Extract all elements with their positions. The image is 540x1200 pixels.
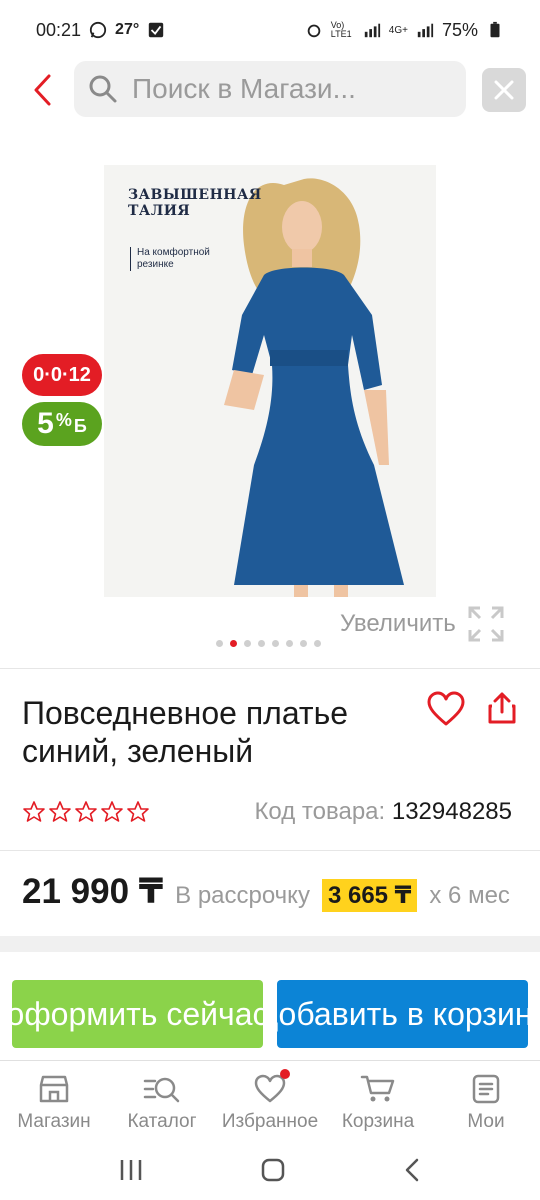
catalog-search-icon xyxy=(143,1077,180,1103)
rating-stars[interactable] xyxy=(22,800,150,824)
chevron-left-icon xyxy=(34,74,51,106)
status-battery: 75% xyxy=(441,19,478,40)
checkout-now-button[interactable]: оформить сейчас xyxy=(12,980,263,1048)
status-bar: 00:21 27° Vo) LTE1 4G+ 75% xyxy=(0,0,540,60)
close-icon xyxy=(494,80,514,100)
check-icon xyxy=(149,22,164,38)
gallery-dot-active[interactable] xyxy=(230,640,237,647)
bonus-badge: 5 % Б xyxy=(22,402,102,446)
product-code-label: Код товара: xyxy=(254,798,386,825)
installment-term: х 6 мес xyxy=(429,882,510,909)
image-headline: ЗАВЫШЕННАЯ ТАЛИЯ xyxy=(128,187,262,219)
gallery-dot[interactable] xyxy=(216,640,223,647)
star-outline-icon xyxy=(75,801,97,822)
gallery-dot[interactable] xyxy=(272,640,279,647)
installment-label: В рассрочку xyxy=(175,882,310,909)
star-outline-icon xyxy=(23,801,45,822)
product-image[interactable]: ЗАВЫШЕННАЯ ТАЛИЯ На комфортной резинке xyxy=(104,165,436,597)
search-input[interactable]: Поиск в Магази... xyxy=(74,61,466,117)
divider xyxy=(0,850,540,851)
back-nav-icon[interactable] xyxy=(402,1157,422,1183)
star-outline-icon xyxy=(49,801,71,822)
nav-item-favorites[interactable]: Избранное xyxy=(216,1061,324,1140)
price: 21 990 ₸ xyxy=(22,872,164,911)
store-icon xyxy=(39,1075,69,1103)
top-bar: Поиск в Магази... xyxy=(0,60,540,120)
cart-icon xyxy=(360,1075,395,1102)
back-button[interactable] xyxy=(22,70,62,110)
installment-value[interactable]: 3 665 ₸ xyxy=(321,879,418,912)
nav-item-store[interactable]: Магазин xyxy=(0,1061,108,1140)
bottom-nav: Магазин Каталог Избранное Корзина Мои xyxy=(0,1060,540,1140)
star-outline-icon xyxy=(127,801,149,822)
search-placeholder: Поиск в Магази... xyxy=(132,73,356,104)
gallery-dot[interactable] xyxy=(314,640,321,647)
expand-icon xyxy=(468,606,504,642)
star-outline-icon xyxy=(101,801,123,822)
product-code-value: 132948285 xyxy=(391,798,512,825)
status-volte: Vo) LTE1 xyxy=(330,20,352,39)
bonus-percent: 5 xyxy=(37,407,54,440)
status-time: 00:21 xyxy=(36,19,82,40)
gallery-dot[interactable] xyxy=(286,640,293,647)
search-icon xyxy=(89,75,117,103)
signal-icon-2 xyxy=(417,23,434,38)
signal-icon xyxy=(364,23,380,38)
nav-item-orders[interactable]: Мои xyxy=(432,1061,540,1140)
favorite-button[interactable] xyxy=(426,690,466,730)
bonus-percent-sign: % xyxy=(55,409,72,430)
alarm-icon xyxy=(307,24,321,38)
status-network: 4G+ xyxy=(388,24,408,36)
product-title: Повседневное платье синий, зеленый xyxy=(22,695,349,769)
divider xyxy=(0,668,540,669)
clear-search-button[interactable] xyxy=(482,68,526,112)
nav-label: Магазин xyxy=(17,1111,91,1132)
system-nav xyxy=(0,1140,540,1200)
nav-item-catalog[interactable]: Каталог xyxy=(108,1061,216,1140)
share-button[interactable] xyxy=(484,690,520,726)
zoom-label: Увеличить xyxy=(340,610,456,637)
nav-label: Мои xyxy=(467,1111,505,1132)
nav-label: Избранное xyxy=(221,1111,319,1132)
status-temperature: 27° xyxy=(115,21,140,38)
image-note: На комфортной резинке xyxy=(130,247,240,271)
section-separator xyxy=(0,936,540,952)
installment-badge: 0·0·12 xyxy=(22,354,102,396)
add-to-cart-button[interactable]: Добавить в корзину xyxy=(277,980,528,1048)
zoom-button[interactable]: Увеличить xyxy=(340,604,506,644)
battery-icon xyxy=(490,21,500,38)
share-icon xyxy=(488,692,516,724)
home-icon[interactable] xyxy=(260,1157,286,1183)
gallery-dot[interactable] xyxy=(244,640,251,647)
orders-icon xyxy=(472,1074,500,1104)
nav-item-cart[interactable]: Корзина xyxy=(324,1061,432,1140)
dress-illustration xyxy=(104,165,436,597)
gallery-dots xyxy=(216,640,321,647)
whatsapp-icon xyxy=(89,21,107,39)
price-row: 21 990 ₸ В рассрочку 3 665 ₸ х 6 мес xyxy=(22,872,510,912)
nav-label: Каталог xyxy=(127,1111,197,1132)
gallery-dot[interactable] xyxy=(300,640,307,647)
heart-outline-icon xyxy=(427,691,465,726)
recent-apps-icon[interactable] xyxy=(118,1158,144,1182)
gallery-dot[interactable] xyxy=(258,640,265,647)
product-code: Код товара: 132948285 xyxy=(254,798,512,826)
nav-label: Корзина xyxy=(341,1111,415,1132)
checkout-now-label: оформить сейчас xyxy=(12,995,263,1032)
add-to-cart-label: Добавить в корзину xyxy=(277,995,528,1032)
notification-dot xyxy=(280,1069,290,1079)
bonus-currency: Б xyxy=(73,415,87,436)
